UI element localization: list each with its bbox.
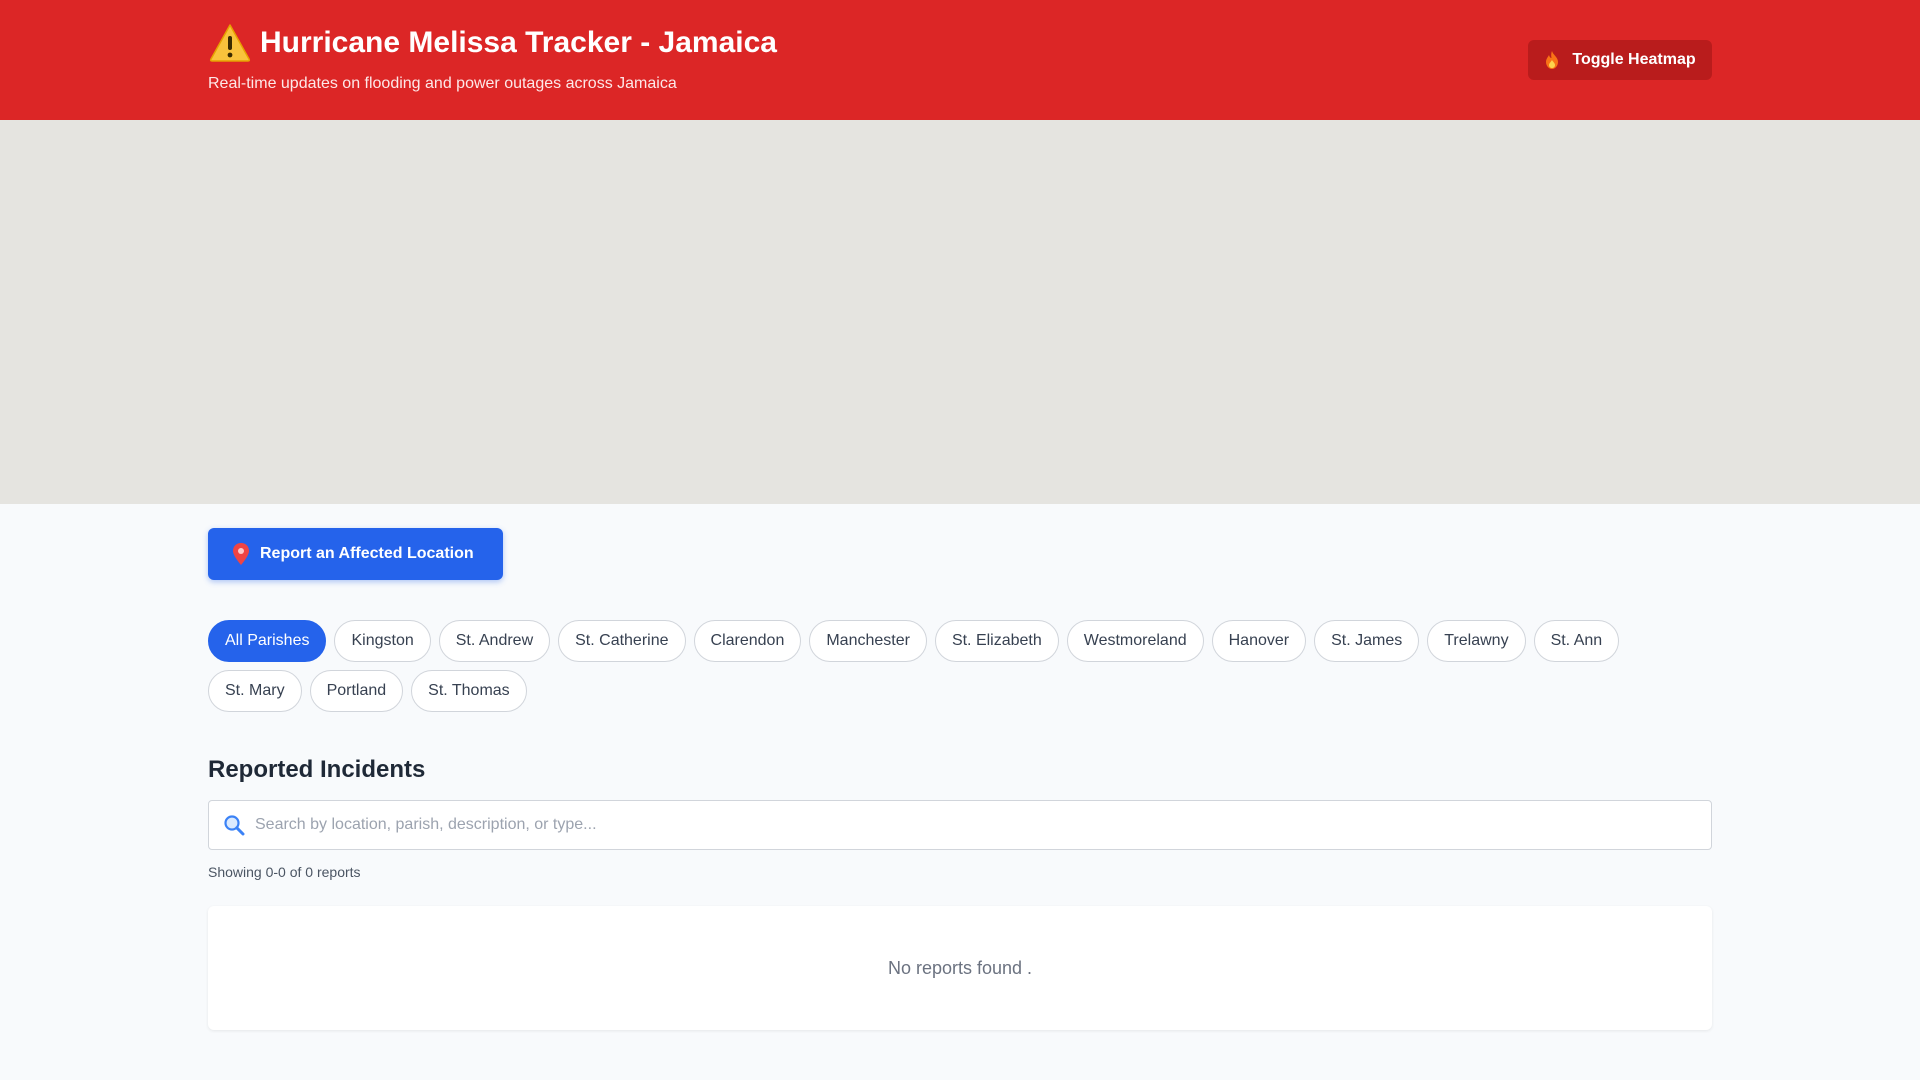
parish-filter: All Parishes Kingston St. Andrew St. Cather… xyxy=(208,620,1712,712)
search-box xyxy=(208,800,1712,850)
parish-chip[interactable]: St. Elizabeth xyxy=(934,620,1059,662)
parish-chip[interactable]: St. James xyxy=(1314,620,1420,662)
results-count: Showing 0-0 of 0 reports xyxy=(208,864,361,880)
parish-chip[interactable]: All Parishes xyxy=(208,620,327,662)
parish-chip[interactable]: Hanover xyxy=(1211,620,1307,662)
page-subtitle: Real-time updates on flooding and power … xyxy=(208,75,677,92)
parish-chip[interactable]: St. Ann xyxy=(1533,620,1620,662)
map-area[interactable] xyxy=(0,120,1920,504)
parish-chip[interactable]: Clarendon xyxy=(693,620,802,662)
parish-chip[interactable]: Manchester xyxy=(809,620,927,662)
report-location-label: Report an Affected Location xyxy=(260,545,474,562)
parish-chip[interactable]: St. Thomas xyxy=(411,670,527,712)
search-icon xyxy=(224,815,245,836)
incidents-heading: Reported Incidents xyxy=(208,756,426,783)
toggle-heatmap-button[interactable]: Toggle Heatmap xyxy=(1528,40,1712,80)
header-inner: Hurricane Melissa Tracker - Jamaica Real… xyxy=(208,0,1712,120)
parish-chip[interactable]: St. Andrew xyxy=(438,620,551,662)
parish-chip[interactable]: St. Mary xyxy=(208,670,302,712)
warning-icon xyxy=(209,24,251,62)
report-location-button[interactable]: Report an Affected Location xyxy=(208,528,503,580)
map-pin-icon xyxy=(233,543,249,565)
page-title: Hurricane Melissa Tracker - Jamaica xyxy=(260,26,777,59)
parish-chip[interactable]: St. Catherine xyxy=(558,620,686,662)
results-panel: No reports found . xyxy=(208,906,1712,1030)
empty-state-text: No reports found . xyxy=(887,957,1033,978)
parish-chip[interactable]: Westmoreland xyxy=(1066,620,1204,662)
parish-chip[interactable]: Kingston xyxy=(334,620,431,662)
parish-chip[interactable]: Portland xyxy=(309,670,404,712)
parish-chip[interactable]: Trelawny xyxy=(1427,620,1526,662)
title-row: Hurricane Melissa Tracker - Jamaica xyxy=(208,20,777,66)
search-input[interactable] xyxy=(255,802,1711,848)
toggle-heatmap-label: Toggle Heatmap xyxy=(1572,51,1696,68)
flame-icon xyxy=(1546,51,1559,69)
app-header: Hurricane Melissa Tracker - Jamaica Real… xyxy=(0,0,1920,120)
